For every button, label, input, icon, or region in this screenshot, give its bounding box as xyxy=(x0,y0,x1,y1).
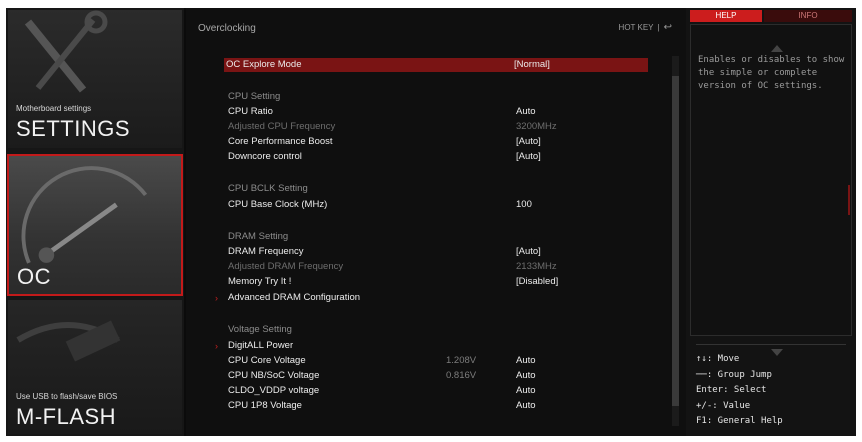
section-header: Voltage Setting xyxy=(226,323,646,337)
oc-tile[interactable]: OC xyxy=(7,154,183,296)
setting-row[interactable]: Memory Try It ! [Disabled] xyxy=(226,275,646,289)
setting-label: Voltage Setting xyxy=(228,324,292,335)
left-nav-panel: Motherboard settings SETTINGS OC Use USB… xyxy=(6,8,184,436)
setting-label: DRAM Frequency xyxy=(228,246,304,257)
setting-value: 2133MHz xyxy=(516,261,557,272)
setting-label: Core Performance Boost xyxy=(228,136,333,147)
setting-label: Adjusted CPU Frequency xyxy=(228,121,336,132)
setting-label: CPU Setting xyxy=(228,91,281,102)
hotkey-separator: | xyxy=(657,23,660,32)
setting-row[interactable]: CPU Base Clock (MHz) 100 xyxy=(226,198,646,212)
setting-label: Advanced DRAM Configuration xyxy=(228,292,361,303)
submenu-arrow-icon: › xyxy=(215,293,218,303)
scrollbar[interactable] xyxy=(672,56,679,426)
setting-row[interactable]: CLDO_VDDP voltage Auto xyxy=(226,384,646,398)
help-description: Enables or disables to show the simple o… xyxy=(698,55,845,91)
setting-label: DRAM Setting xyxy=(228,231,289,242)
setting-row[interactable]: OC Explore Mode [Normal] xyxy=(224,58,648,72)
submenu-item[interactable]: › Advanced DRAM Configuration xyxy=(215,291,646,305)
breadcrumb: Overclocking xyxy=(198,23,256,34)
setting-value[interactable]: 100 xyxy=(516,198,532,212)
setting-label: CPU Ratio xyxy=(228,106,273,117)
setting-value[interactable]: [Disabled] xyxy=(516,275,558,289)
setting-label: Downcore control xyxy=(228,151,302,162)
key-hint: +/-: Value xyxy=(696,400,751,411)
settings-tile[interactable]: Motherboard settings SETTINGS xyxy=(8,10,182,148)
mflash-subtitle: Use USB to flash/save BIOS xyxy=(16,392,118,401)
setting-label: CLDO_VDDP voltage xyxy=(228,385,320,396)
key-hint: ──: Group Jump xyxy=(696,369,772,380)
setting-label: CPU NB/SoC Voltage xyxy=(228,370,320,381)
setting-label: Adjusted DRAM Frequency xyxy=(228,261,344,272)
key-legend: ↑↓: Move ──: Group Jump Enter: Select +/-: … xyxy=(696,352,852,430)
section-header: CPU BCLK Setting xyxy=(226,182,646,196)
setting-label: DigitALL Power xyxy=(228,340,294,351)
settings-list-panel: Overclocking HOT KEY | ↩ OC Explore Mode [N… xyxy=(186,8,686,436)
setting-row: Adjusted CPU Frequency 3200MHz xyxy=(226,120,646,134)
setting-value[interactable]: Auto xyxy=(516,105,536,119)
divider xyxy=(696,344,846,345)
scrollbar-thumb[interactable] xyxy=(672,76,679,406)
setting-row[interactable]: CPU Ratio Auto xyxy=(226,105,646,119)
setting-row[interactable]: CPU Core Voltage 1.208V Auto xyxy=(226,354,646,368)
setting-label: CPU Core Voltage xyxy=(228,355,306,366)
setting-value: 3200MHz xyxy=(516,121,557,132)
setting-row[interactable]: CPU 1P8 Voltage Auto xyxy=(226,399,646,413)
setting-value[interactable]: [Normal] xyxy=(514,58,550,72)
setting-value[interactable]: Auto xyxy=(516,399,536,413)
section-header: DRAM Setting xyxy=(226,230,646,244)
key-hint: F1: General Help xyxy=(696,416,783,426)
submenu-arrow-icon: › xyxy=(215,341,218,351)
tab-help[interactable]: HELP xyxy=(690,10,762,22)
key-hint: Enter: Select xyxy=(696,385,767,395)
bios-screen: Motherboard settings SETTINGS OC Use USB… xyxy=(6,8,856,436)
hotkey-label: HOT KEY xyxy=(618,23,654,32)
submenu-item[interactable]: › DigitALL Power xyxy=(215,339,646,353)
mflash-title: M-FLASH xyxy=(16,404,117,429)
setting-value[interactable]: [Auto] xyxy=(516,150,541,164)
setting-value[interactable]: Auto xyxy=(516,369,536,383)
setting-label: Memory Try It ! xyxy=(228,276,292,287)
setting-value[interactable]: Auto xyxy=(516,384,536,398)
back-icon[interactable]: ↩ xyxy=(664,22,672,33)
setting-value[interactable]: [Auto] xyxy=(516,135,541,149)
tab-info[interactable]: INFO xyxy=(764,10,852,22)
help-tabs: HELP INFO xyxy=(690,10,852,22)
mflash-tile[interactable]: Use USB to flash/save BIOS M-FLASH xyxy=(8,300,182,434)
help-panel: HELP INFO Enables or disables to show th… xyxy=(686,8,856,436)
setting-label: OC Explore Mode xyxy=(226,59,302,70)
setting-row[interactable]: Downcore control [Auto] xyxy=(226,150,646,164)
setting-row[interactable]: CPU NB/SoC Voltage 0.816V Auto xyxy=(226,369,646,383)
setting-row[interactable]: DRAM Frequency [Auto] xyxy=(226,245,646,259)
settings-title: SETTINGS xyxy=(16,116,131,141)
hotkey-area[interactable]: HOT KEY | ↩ xyxy=(619,22,672,33)
scroll-up-icon[interactable] xyxy=(771,45,783,52)
setting-value[interactable]: [Auto] xyxy=(516,245,541,259)
setting-row[interactable]: Core Performance Boost [Auto] xyxy=(226,135,646,149)
setting-row: Adjusted DRAM Frequency 2133MHz xyxy=(226,260,646,274)
help-scroll-marker xyxy=(844,185,850,215)
section-header: CPU Setting xyxy=(226,90,646,104)
setting-value[interactable]: Auto xyxy=(516,354,536,368)
current-voltage: 0.816V xyxy=(446,370,477,381)
setting-label: CPU Base Clock (MHz) xyxy=(228,199,328,210)
setting-label: CPU BCLK Setting xyxy=(228,183,308,194)
oc-title: OC xyxy=(17,264,51,289)
setting-label: CPU 1P8 Voltage xyxy=(228,400,302,411)
current-voltage: 1.208V xyxy=(446,355,477,366)
settings-subtitle: Motherboard settings xyxy=(16,104,92,113)
key-hint: ↑↓: Move xyxy=(696,354,740,364)
